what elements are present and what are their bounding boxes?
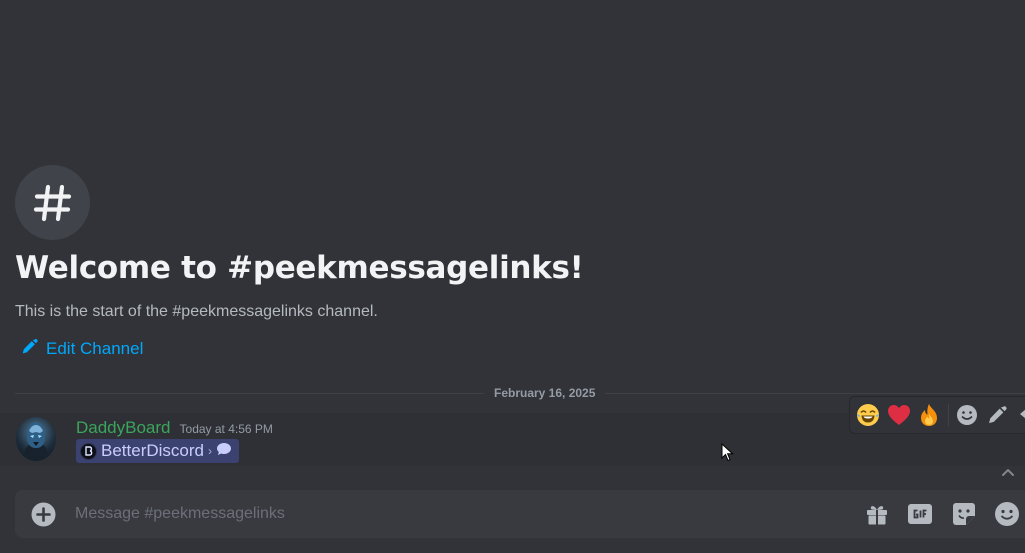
message-timestamp[interactable]: Today at 4:56 PM	[180, 422, 273, 436]
reaction-heart-button[interactable]	[884, 399, 915, 431]
message-toolbar	[849, 396, 1025, 434]
message-header: DaddyBoard Today at 4:56 PM	[76, 418, 273, 438]
pencil-icon	[21, 338, 38, 360]
betterdiscord-logo-icon	[80, 442, 97, 460]
edit-channel-label: Edit Channel	[46, 339, 144, 358]
mention-label: BetterDiscord	[101, 441, 204, 460]
laughing-emoji-icon	[857, 404, 880, 426]
heart-emoji-icon	[887, 405, 910, 425]
reaction-laughing-button[interactable]	[853, 399, 884, 431]
chevron-up-icon[interactable]	[999, 464, 1017, 482]
hashtag-icon	[15, 165, 90, 240]
gift-icon[interactable]	[864, 501, 890, 527]
edit-icon[interactable]	[982, 399, 1013, 431]
channel-welcome-subtitle: This is the start of the #peekmessagelin…	[15, 303, 378, 320]
chat-view: Welcome to #peekmessagelinks! This is th…	[0, 0, 1025, 553]
message-input[interactable]	[75, 490, 835, 538]
sticker-icon[interactable]	[951, 501, 977, 527]
channel-welcome-title: Welcome to #peekmessagelinks!	[15, 250, 584, 286]
chat-bubble-icon	[216, 441, 232, 462]
reaction-fire-button[interactable]	[914, 399, 945, 431]
channel-mention-betterdiscord[interactable]: BetterDiscord ›	[76, 439, 239, 463]
fire-emoji-icon	[921, 404, 938, 426]
mouse-cursor-icon	[721, 442, 735, 463]
reply-icon[interactable]	[1012, 399, 1025, 431]
gif-icon[interactable]	[907, 501, 933, 527]
date-divider-label: February 16, 2025	[484, 386, 606, 400]
add-icon[interactable]	[31, 502, 56, 527]
toolbar-divider	[947, 404, 949, 426]
message-composer	[15, 490, 1025, 538]
message-username[interactable]: DaddyBoard	[76, 418, 171, 438]
edit-channel-button[interactable]: Edit Channel	[21, 338, 143, 360]
avatar[interactable]	[16, 417, 56, 461]
add-reaction-icon[interactable]	[951, 399, 982, 431]
emoji-icon[interactable]	[994, 501, 1020, 527]
chevron-right-icon: ›	[207, 444, 212, 458]
